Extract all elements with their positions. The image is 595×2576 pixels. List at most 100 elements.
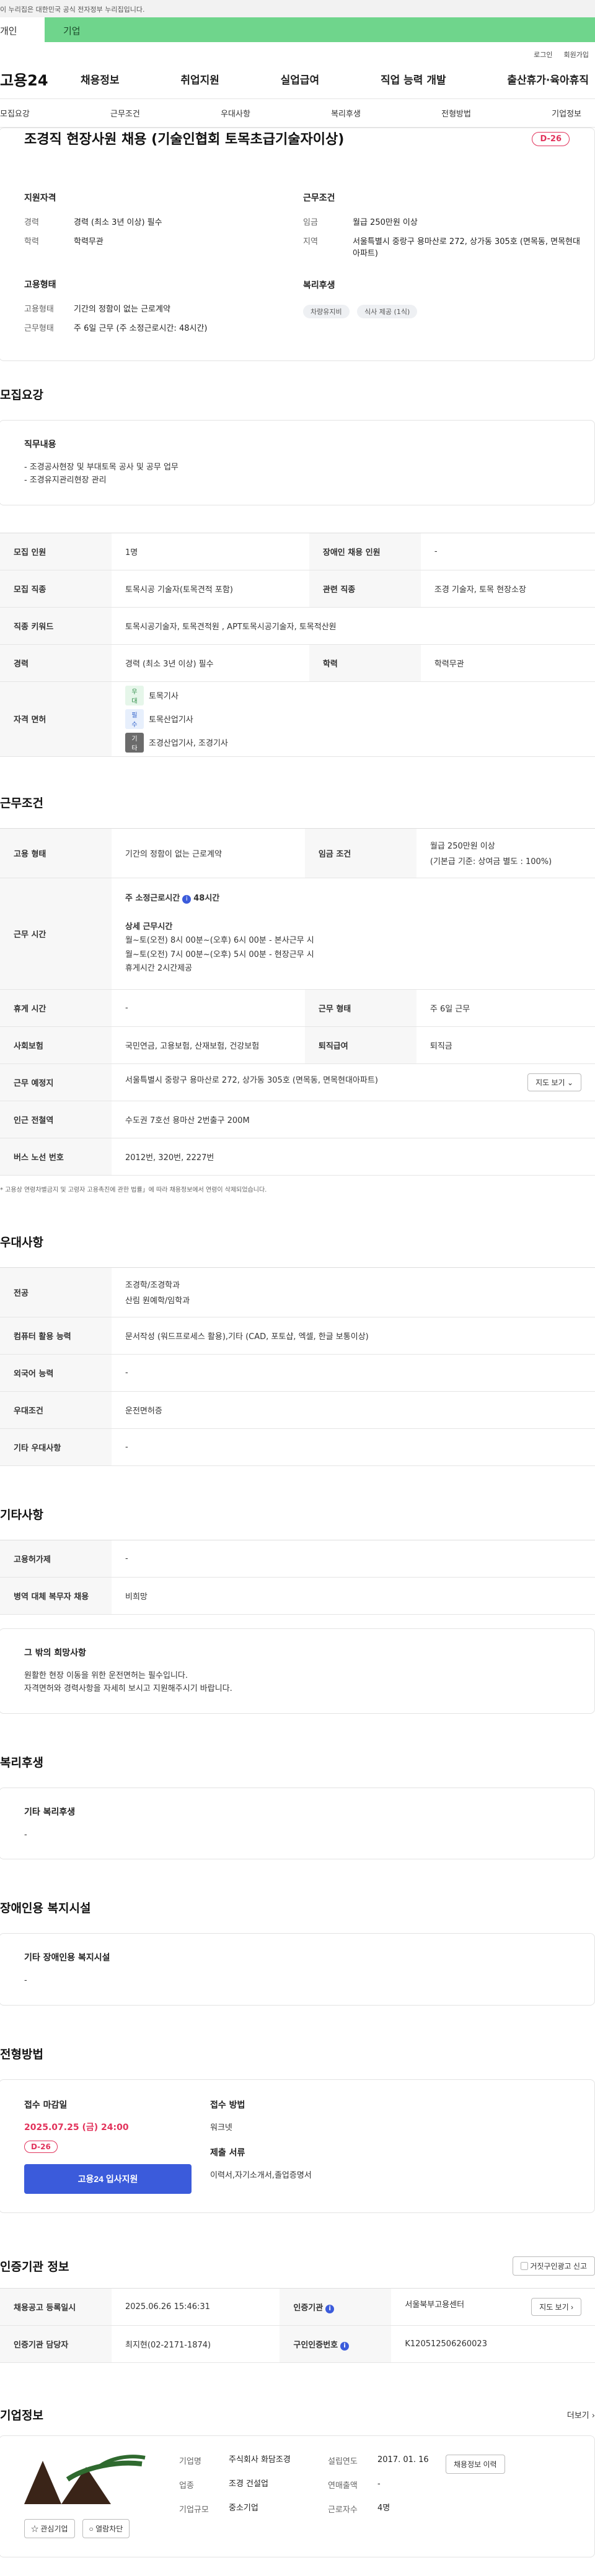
table-value: 월급 250만원 이상 bbox=[430, 842, 495, 852]
conditions-heading: 근무조건 bbox=[303, 193, 335, 203]
table-value: 토목시공 기술자(토목견적 포함) bbox=[112, 570, 309, 608]
table-value: 서울북부고용센터 bbox=[405, 2300, 465, 2310]
table-row: 직종 키워드 토목시공기술자, 토목견적원 , APT토목시공기술자, 토목적산… bbox=[0, 607, 595, 645]
duty-heading: 직무내용 bbox=[24, 440, 56, 450]
subnav-welfare[interactable]: 복리후생 bbox=[331, 107, 361, 119]
table-value: - bbox=[112, 1428, 595, 1466]
subnav-company[interactable]: 기업정보 bbox=[552, 107, 581, 119]
summary-value: 경력 (최소 3년 이상) 필수 bbox=[74, 218, 162, 227]
subnav-recruit[interactable]: 모집요강 bbox=[0, 107, 30, 119]
chevron-right-icon: › bbox=[591, 2411, 595, 2421]
table-value: 토목시공기술자, 토목견적원 , APT토목시공기술자, 토목적산원 bbox=[112, 607, 595, 645]
table-label: 근무 시간 bbox=[0, 878, 112, 990]
gnb-item-employment-support[interactable]: 취업지원 bbox=[180, 71, 219, 87]
table-value: - bbox=[112, 1540, 595, 1578]
summary-value: 학력무관 bbox=[74, 237, 104, 247]
map-view-button[interactable]: 지도 보기 ⌄ bbox=[527, 1073, 581, 1091]
hope-card: 그 밖의 희망사항 원활한 현장 이동을 위한 운전면허는 필수입니다. 자격면… bbox=[0, 1628, 595, 1714]
recruit-section-title: 모집요강 bbox=[0, 388, 43, 403]
duty-card: 직무내용 - 조경공사현장 및 부대토목 공사 및 공무 업무 - 조경유지관리… bbox=[0, 420, 595, 505]
docs-value: 이력서,자기소개서,졸업증명서 bbox=[210, 2171, 312, 2181]
info-icon[interactable]: i bbox=[182, 895, 192, 904]
table-row: 채용공고 등록일시 2025.06.26 15:46:31 인증기관 i 서울북부… bbox=[0, 2288, 595, 2326]
subnav-conditions[interactable]: 근무조건 bbox=[110, 107, 140, 119]
detail-hours-line: 휴게시간 2시간제공 bbox=[125, 963, 193, 973]
gnb-item-unemployment-benefit[interactable]: 실업급여 bbox=[281, 71, 320, 87]
page-title: 조경직 현장사원 채용 (기술인협회 토목초급기술자이상) bbox=[24, 132, 345, 147]
license-tag: 우대 bbox=[125, 685, 144, 705]
table-value: - bbox=[112, 989, 305, 1027]
interest-company-button[interactable]: ☆ 관심기업 bbox=[24, 2519, 75, 2539]
employment-type-heading: 고용형태 bbox=[24, 279, 56, 290]
report-false-ad-button[interactable]: ▢ 거짓구인광고 신고 bbox=[512, 2256, 595, 2276]
table-value: 수도권 7호선 용마산 2번출구 200M bbox=[112, 1101, 595, 1138]
welfare-chip: 식사 제공 (1식) bbox=[357, 304, 418, 318]
table-label: 모집 직종 bbox=[0, 570, 112, 608]
table-value: 1명 bbox=[112, 533, 309, 570]
tab-individual[interactable]: 개인 bbox=[0, 17, 45, 42]
method-label: 접수 방법 bbox=[210, 2100, 245, 2111]
method-value: 워크넷 bbox=[210, 2123, 232, 2133]
table-label: 관련 직종 bbox=[309, 570, 421, 608]
job-summary-card: 조경직 현장사원 채용 (기술인협회 토목초급기술자이상) D-26 지원자격 … bbox=[0, 128, 595, 362]
agency-map-button[interactable]: 지도 보기 › bbox=[531, 2298, 581, 2316]
table-row: 모집 인원 1명 장애인 채용 인원 - bbox=[0, 533, 595, 570]
detail-hours-line: 월~토(오전) 8시 00분~(오후) 6시 00분 - 본사근무 시 bbox=[125, 936, 314, 946]
table-label: 장애인 채용 인원 bbox=[309, 533, 421, 570]
table-value: 서울특별시 중랑구 용마산로 272, 상가동 305호 (면목동, 면목현대아… bbox=[125, 1075, 378, 1085]
table-row: 모집 직종 토목시공 기술자(토목견적 포함) 관련 직종 조경 기술자, 토목… bbox=[0, 570, 595, 608]
table-label: 외국어 능력 bbox=[0, 1354, 112, 1392]
conditions-table: 고용 형태 기간의 정함이 없는 근로계약 임금 조건 월급 250만원 이상 … bbox=[0, 827, 595, 1176]
welfare-section-title: 복리후생 bbox=[0, 1755, 43, 1770]
table-label: 근무 예정지 bbox=[0, 1063, 112, 1101]
block-company-button[interactable]: ○ 열람차단 bbox=[82, 2519, 130, 2539]
subnav-apply[interactable]: 전형방법 bbox=[441, 107, 471, 119]
license-tag: 필수 bbox=[125, 709, 144, 729]
table-row: 컴퓨터 활용 능력 문서작성 (워드프로세스 활용),기타 (CAD, 포토샵,… bbox=[0, 1317, 595, 1355]
table-row: 기타 우대사항 - bbox=[0, 1428, 595, 1466]
summary-label: 임금 bbox=[303, 218, 318, 227]
disabled-facility-text: - bbox=[24, 1976, 27, 1986]
site-logo[interactable]: 고용24 bbox=[0, 68, 81, 90]
table-row: 사회보험 국민연금, 고용보험, 산재보험, 건강보험 퇴직급여 퇴직금 bbox=[0, 1026, 595, 1064]
summary-label: 지역 bbox=[303, 237, 318, 247]
agency-label-cell: 인증기관 i bbox=[280, 2288, 392, 2326]
duty-text: - 조경공사현장 및 부대토목 공사 및 공무 업무 - 조경유지관리현장 관리 bbox=[24, 463, 178, 486]
summary-value: 월급 250만원 이상 bbox=[353, 218, 418, 227]
subnav-preference[interactable]: 우대사항 bbox=[221, 107, 250, 119]
welfare-box-heading: 기타 복리후생 bbox=[24, 1807, 76, 1817]
apply-section-title: 전형방법 bbox=[0, 2048, 43, 2062]
info-icon[interactable]: i bbox=[325, 2304, 335, 2313]
info-icon[interactable]: i bbox=[340, 2341, 350, 2351]
table-label: 사회보험 bbox=[0, 1026, 112, 1064]
table-label: 임금 조건 bbox=[304, 828, 416, 878]
table-row: 버스 노선 번호 2012번, 320번, 2227번 bbox=[0, 1138, 595, 1176]
apply-button[interactable]: 고용24 입사지원 bbox=[24, 2164, 192, 2194]
document-icon: ▢ bbox=[520, 2262, 528, 2271]
disabled-facility-card: 기타 장애인용 복지시설 - bbox=[0, 1933, 595, 2006]
recruit-history-button[interactable]: 채용정보 이력 bbox=[446, 2455, 505, 2474]
block-label: 열람차단 bbox=[95, 2525, 123, 2534]
utility-links: 로그인 회원가입 bbox=[0, 45, 595, 59]
table-value: - bbox=[112, 1354, 595, 1392]
major-cell: 조경학/조경학과 산림 원예학/임학과 bbox=[112, 1267, 595, 1317]
weekly-hours-value: 48시간 bbox=[193, 894, 220, 904]
tab-company[interactable]: 기업 bbox=[45, 17, 595, 42]
table-value: 기간의 정함이 없는 근로계약 bbox=[112, 828, 305, 878]
company-value: - bbox=[377, 2479, 381, 2489]
global-nav: 고용24 채용정보 취업지원 실업급여 직업 능력 개발 출산휴가·육아휴직 bbox=[0, 59, 595, 99]
gnb-item-parental-leave[interactable]: 출산휴가·육아휴직 bbox=[507, 71, 589, 87]
company-more-link[interactable]: 더보기 › bbox=[567, 2409, 595, 2421]
agency-header: 인증기관 정보 ▢ 거짓구인광고 신고 bbox=[0, 2213, 595, 2288]
company-label: 설립연도 bbox=[328, 2457, 358, 2467]
table-row: 고용허가제 - bbox=[0, 1540, 595, 1578]
signup-link[interactable]: 회원가입 bbox=[564, 50, 589, 59]
login-link[interactable]: 로그인 bbox=[534, 50, 552, 59]
license-name: 토목산업기사 bbox=[149, 715, 193, 725]
table-value: 학력무관 bbox=[420, 644, 595, 682]
gnb-item-jobs[interactable]: 채용정보 bbox=[81, 71, 120, 87]
summary-label: 고용형태 bbox=[24, 304, 54, 314]
gnb-item-vocational-training[interactable]: 직업 능력 개발 bbox=[381, 71, 446, 87]
section-subnav: 모집요강 근무조건 우대사항 복리후생 전형방법 기업정보 bbox=[0, 99, 595, 128]
disabled-facility-heading: 기타 장애인용 복지시설 bbox=[24, 1953, 110, 1963]
